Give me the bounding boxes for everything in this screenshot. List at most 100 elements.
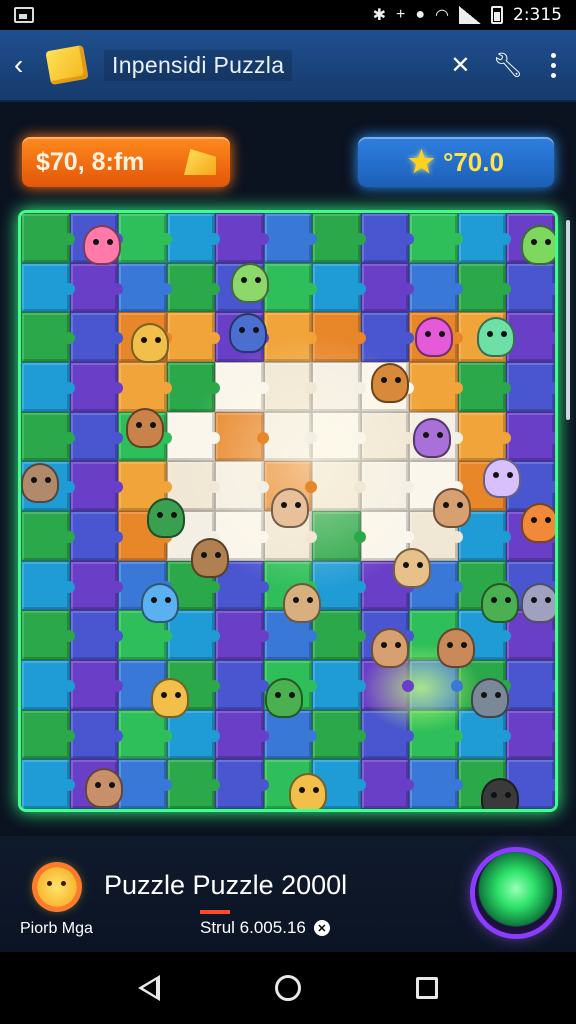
puzzle-piece[interactable] xyxy=(360,262,414,313)
puzzle-piece[interactable] xyxy=(69,262,123,313)
puzzle-piece[interactable] xyxy=(506,709,555,760)
puzzle-piece[interactable] xyxy=(312,511,366,561)
puzzle-piece[interactable] xyxy=(409,262,463,313)
wrench-icon[interactable]: 🔧︎ xyxy=(493,51,523,80)
app-actions: ✕ 🔧︎ xyxy=(450,51,562,80)
puzzle-piece[interactable] xyxy=(21,262,75,313)
more-menu-button[interactable] xyxy=(545,52,562,78)
puzzle-piece[interactable] xyxy=(69,709,123,760)
info-badge-icon[interactable]: ✕ xyxy=(313,920,330,936)
puzzle-piece[interactable] xyxy=(21,511,75,561)
puzzle-piece[interactable] xyxy=(69,312,123,362)
puzzle-piece[interactable] xyxy=(457,262,511,313)
puzzle-piece[interactable] xyxy=(409,709,463,760)
puzzle-piece[interactable] xyxy=(215,610,269,660)
puzzle-piece[interactable] xyxy=(506,411,555,462)
puzzle-piece[interactable] xyxy=(457,213,511,263)
puzzle-piece[interactable] xyxy=(166,362,220,412)
puzzle-piece[interactable] xyxy=(21,660,75,710)
puzzle-piece[interactable] xyxy=(215,213,269,263)
puzzle-piece[interactable] xyxy=(409,213,463,263)
puzzle-piece[interactable] xyxy=(312,610,366,660)
puzzle-piece[interactable] xyxy=(118,213,172,263)
puzzle-piece[interactable] xyxy=(21,411,75,462)
coin-counter[interactable]: $70, 8:fm xyxy=(22,137,230,187)
puzzle-piece[interactable] xyxy=(215,660,269,710)
puzzle-piece[interactable] xyxy=(215,362,269,412)
puzzle-piece[interactable] xyxy=(69,461,123,511)
nav-back-icon[interactable] xyxy=(137,975,160,1001)
puzzle-piece[interactable] xyxy=(506,262,555,313)
nav-home-icon[interactable] xyxy=(274,975,301,1001)
puzzle-piece[interactable] xyxy=(69,362,123,412)
puzzle-piece[interactable] xyxy=(312,213,366,263)
puzzle-piece[interactable] xyxy=(69,511,123,561)
puzzle-piece[interactable] xyxy=(360,759,414,809)
navigation-bar xyxy=(0,952,576,1024)
puzzle-piece[interactable] xyxy=(263,213,317,263)
puzzle-piece[interactable] xyxy=(69,660,123,710)
puzzle-piece[interactable] xyxy=(506,660,555,710)
puzzle-character xyxy=(521,503,555,543)
puzzle-piece[interactable] xyxy=(263,411,317,462)
play-button[interactable] xyxy=(475,852,557,934)
location-icon: ● xyxy=(415,6,426,23)
puzzle-piece[interactable] xyxy=(360,709,414,760)
puzzle-piece[interactable] xyxy=(21,213,75,263)
puzzle-piece[interactable] xyxy=(21,362,75,412)
puzzle-piece[interactable] xyxy=(166,213,220,263)
puzzle-piece[interactable] xyxy=(69,610,123,660)
puzzle-piece[interactable] xyxy=(263,362,317,412)
puzzle-piece[interactable] xyxy=(409,362,463,412)
puzzle-piece[interactable] xyxy=(69,411,123,462)
puzzle-character xyxy=(141,583,179,623)
puzzle-piece[interactable] xyxy=(166,262,220,313)
puzzle-piece[interactable] xyxy=(118,759,172,809)
puzzle-piece[interactable] xyxy=(118,709,172,760)
nav-recent-icon[interactable] xyxy=(416,977,439,999)
puzzle-piece[interactable] xyxy=(312,709,366,760)
puzzle-piece[interactable] xyxy=(360,312,414,362)
puzzle-piece[interactable] xyxy=(166,312,220,362)
puzzle-piece[interactable] xyxy=(21,312,75,362)
puzzle-piece[interactable] xyxy=(215,461,269,511)
puzzle-piece[interactable] xyxy=(21,759,75,809)
scrollbar[interactable] xyxy=(566,220,570,420)
puzzle-piece[interactable] xyxy=(360,461,414,511)
puzzle-piece[interactable] xyxy=(506,362,555,412)
puzzle-piece[interactable] xyxy=(215,411,269,462)
tools-icon[interactable]: ✕ xyxy=(450,51,470,80)
gallery-icon xyxy=(14,7,34,23)
puzzle-piece[interactable] xyxy=(215,759,269,809)
game-stat: Strul 6.005.16 ✕ xyxy=(200,910,330,938)
puzzle-piece[interactable] xyxy=(312,312,366,362)
puzzle-piece[interactable] xyxy=(69,560,123,611)
puzzle-piece[interactable] xyxy=(166,759,220,809)
puzzle-piece[interactable] xyxy=(263,312,317,362)
puzzle-piece[interactable] xyxy=(360,213,414,263)
puzzle-piece[interactable] xyxy=(360,411,414,462)
puzzle-piece[interactable] xyxy=(263,262,317,313)
puzzle-piece[interactable] xyxy=(166,411,220,462)
puzzle-character xyxy=(481,778,519,809)
puzzle-piece[interactable] xyxy=(409,759,463,809)
puzzle-piece[interactable] xyxy=(312,660,366,710)
back-arrow-icon[interactable]: ‹ xyxy=(14,49,40,81)
puzzle-board[interactable] xyxy=(18,210,558,812)
puzzle-piece[interactable] xyxy=(21,560,75,611)
puzzle-piece[interactable] xyxy=(21,709,75,760)
puzzle-piece[interactable] xyxy=(118,262,172,313)
puzzle-piece[interactable] xyxy=(457,411,511,462)
puzzle-piece[interactable] xyxy=(457,362,511,412)
puzzle-piece[interactable] xyxy=(312,411,366,462)
puzzle-piece[interactable] xyxy=(215,709,269,760)
puzzle-piece[interactable] xyxy=(118,362,172,412)
puzzle-piece[interactable] xyxy=(312,362,366,412)
puzzle-piece[interactable] xyxy=(21,610,75,660)
puzzle-piece[interactable] xyxy=(312,461,366,511)
status-time: 2:315 xyxy=(513,5,562,25)
sun-mascot-icon[interactable] xyxy=(24,854,90,920)
puzzle-character xyxy=(371,628,409,668)
puzzle-piece[interactable] xyxy=(312,262,366,313)
star-counter[interactable]: ★ °70.0 xyxy=(358,137,554,187)
